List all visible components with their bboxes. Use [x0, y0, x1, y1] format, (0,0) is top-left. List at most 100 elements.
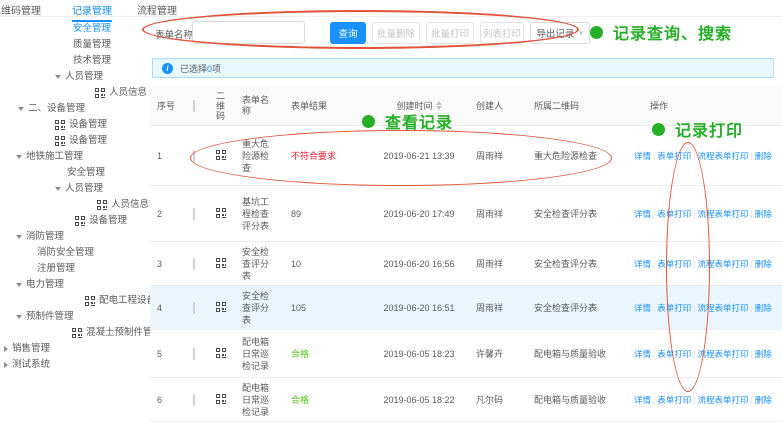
delete-link[interactable]: 删除: [755, 151, 772, 161]
delete-link[interactable]: 删除: [755, 303, 772, 313]
form-print-link[interactable]: 表单打印: [657, 395, 691, 405]
table-row[interactable]: 5 配电箱日常巡检记录 合格 2019-06-05 18:23 许馨卉 配电箱与…: [150, 330, 782, 378]
sidebar-item-18[interactable]: 配电工程设备巡检: [0, 293, 175, 309]
qr-icon[interactable]: [216, 257, 226, 268]
chevron-down-icon[interactable]: [18, 107, 24, 111]
cell-form-result: 不符合要求: [291, 151, 337, 161]
sidebar-item-14[interactable]: 消防管理: [0, 229, 148, 245]
detail-link[interactable]: 详情: [634, 209, 651, 219]
query-button[interactable]: 查询: [330, 22, 366, 44]
flow-print-link[interactable]: 流程表单打印: [697, 259, 748, 269]
sidebar-item-22[interactable]: 测试系统: [0, 357, 148, 373]
form-name-input[interactable]: [192, 21, 305, 44]
delete-link[interactable]: 删除: [755, 395, 772, 405]
table-row[interactable]: 1 重大危险源检查 不符合要求 2019-06-21 13:39 周雨祥 重大危…: [150, 126, 782, 186]
form-print-link[interactable]: 表单打印: [657, 259, 691, 269]
row-checkbox[interactable]: [193, 347, 195, 360]
sidebar-item-2[interactable]: 质量管理: [0, 37, 148, 53]
row-checkbox[interactable]: [193, 257, 195, 270]
table-row[interactable]: 6 配电箱日常巡检记录 合格 2019-06-05 18:22 凡尔码 配电箱与…: [150, 378, 782, 422]
qr-icon[interactable]: [216, 149, 226, 160]
flow-print-link[interactable]: 流程表单打印: [697, 151, 748, 161]
row-checkbox[interactable]: [193, 207, 195, 220]
list-print-button[interactable]: 列表打印: [480, 22, 524, 44]
sidebar-item-3[interactable]: 技术管理: [0, 53, 148, 69]
sidebar-item-16[interactable]: 注册管理: [0, 261, 148, 277]
form-print-link[interactable]: 表单打印: [657, 151, 691, 161]
cell-created-time: 2019-06-20 17:49: [383, 208, 455, 219]
export-records-button[interactable]: 导出记录 ∨: [530, 22, 590, 44]
sidebar-item-17[interactable]: 电力管理: [0, 277, 148, 293]
sidebar-item-10[interactable]: 安全管理: [0, 165, 148, 181]
row-checkbox[interactable]: [193, 149, 195, 162]
sidebar-item-label: 设备管理: [89, 215, 128, 226]
detail-link[interactable]: 详情: [634, 303, 651, 313]
flow-print-link[interactable]: 流程表单打印: [697, 209, 748, 219]
batch-print-button[interactable]: 批量打印: [426, 22, 474, 44]
detail-link[interactable]: 详情: [634, 259, 651, 269]
delete-link[interactable]: 删除: [755, 349, 772, 359]
cell-form-name: 配电箱日常巡检记录: [242, 336, 270, 371]
qr-icon[interactable]: [216, 393, 226, 404]
form-print-link[interactable]: 表单打印: [657, 303, 691, 313]
tab-record-management[interactable]: 记录管理: [72, 2, 112, 22]
delete-link[interactable]: 删除: [755, 259, 772, 269]
cell-creator: 周雨祥: [476, 209, 504, 219]
table-row[interactable]: 3 安全检查评分表 10 2019-06-20 16:56 周雨祥 安全检查评分…: [150, 242, 782, 286]
sidebar-item-19[interactable]: 预制件管理: [0, 309, 148, 325]
table-row[interactable]: 2 基坑工程检查评分表 89 2019-06-20 17:49 周雨祥 安全检查…: [150, 186, 782, 242]
sidebar-item-11[interactable]: 人员管理: [0, 181, 148, 197]
qr-icon[interactable]: [216, 301, 226, 312]
chevron-right-icon[interactable]: [4, 362, 8, 368]
cell-form-name: 重大危险源检查: [242, 138, 270, 173]
sidebar-item-1[interactable]: 安全管理: [0, 21, 148, 37]
cell-created-time: 2019-06-05 18:22: [383, 394, 455, 405]
chevron-down-icon[interactable]: [16, 315, 22, 319]
sidebar-item-15[interactable]: 消防安全管理: [0, 245, 148, 261]
chevron-down-icon[interactable]: [55, 75, 61, 79]
cell-created-time: 2019-06-20 16:56: [383, 258, 455, 269]
chevron-down-icon[interactable]: [55, 187, 61, 191]
sidebar-item-8[interactable]: 设备管理: [0, 133, 148, 149]
header-created-time[interactable]: 创建时间: [362, 99, 476, 112]
flow-print-link[interactable]: 流程表单打印: [697, 349, 748, 359]
sidebar-item-7[interactable]: 设备管理: [0, 117, 148, 133]
annotation-text: 记录查询、搜索: [613, 26, 733, 43]
cell-creator: 周雨祥: [476, 259, 504, 269]
tab-process-management[interactable]: 流程管理: [137, 2, 177, 20]
form-print-link[interactable]: 表单打印: [657, 209, 691, 219]
sidebar-item-label: 电力管理: [26, 279, 65, 290]
chevron-down-icon[interactable]: [16, 283, 22, 287]
qr-icon[interactable]: [216, 347, 226, 358]
table-header: 序号 二维码 表单名称 表单结果 创建时间 创建人 所属二维码 操作: [150, 86, 782, 126]
sidebar-item-9[interactable]: 地铁施工管理: [0, 149, 148, 165]
sidebar-item-5[interactable]: 人员信息: [0, 85, 148, 101]
sidebar-item-4[interactable]: 人员管理: [0, 69, 148, 85]
chevron-down-icon[interactable]: [16, 155, 22, 159]
row-checkbox[interactable]: [193, 393, 195, 406]
table-row[interactable]: 4 安全检查评分表 105 2019-06-20 16:51 周雨祥 安全检查评…: [150, 286, 782, 330]
sidebar-item-6[interactable]: 二、设备管理: [0, 101, 148, 117]
row-checkbox[interactable]: [193, 301, 195, 314]
qr-icon[interactable]: [216, 207, 226, 218]
sidebar-item-12[interactable]: 人员信息管理: [0, 197, 168, 213]
qr-icon: [55, 136, 65, 146]
sidebar-item-13[interactable]: 设备管理: [0, 213, 148, 229]
detail-link[interactable]: 详情: [634, 349, 651, 359]
form-print-link[interactable]: 表单打印: [657, 349, 691, 359]
detail-link[interactable]: 详情: [634, 395, 651, 405]
flow-print-link[interactable]: 流程表单打印: [697, 395, 748, 405]
sidebar-item-label: 人员信息: [109, 87, 148, 98]
sort-icon[interactable]: [435, 101, 442, 110]
select-all-checkbox[interactable]: [193, 99, 195, 112]
chevron-right-icon[interactable]: [4, 346, 8, 352]
detail-link[interactable]: 详情: [634, 151, 651, 161]
delete-link[interactable]: 删除: [755, 209, 772, 219]
batch-delete-button[interactable]: 批量删除: [372, 22, 420, 44]
sidebar-item-20[interactable]: 混凝土预制件管理: [0, 325, 162, 341]
tab-qrcode-management[interactable]: 二维码管理: [0, 2, 41, 20]
sidebar-item-21[interactable]: 销售管理: [0, 341, 148, 357]
chevron-down-icon[interactable]: [16, 235, 22, 239]
header-qr-owner: 所属二维码: [534, 101, 580, 111]
flow-print-link[interactable]: 流程表单打印: [697, 303, 748, 313]
